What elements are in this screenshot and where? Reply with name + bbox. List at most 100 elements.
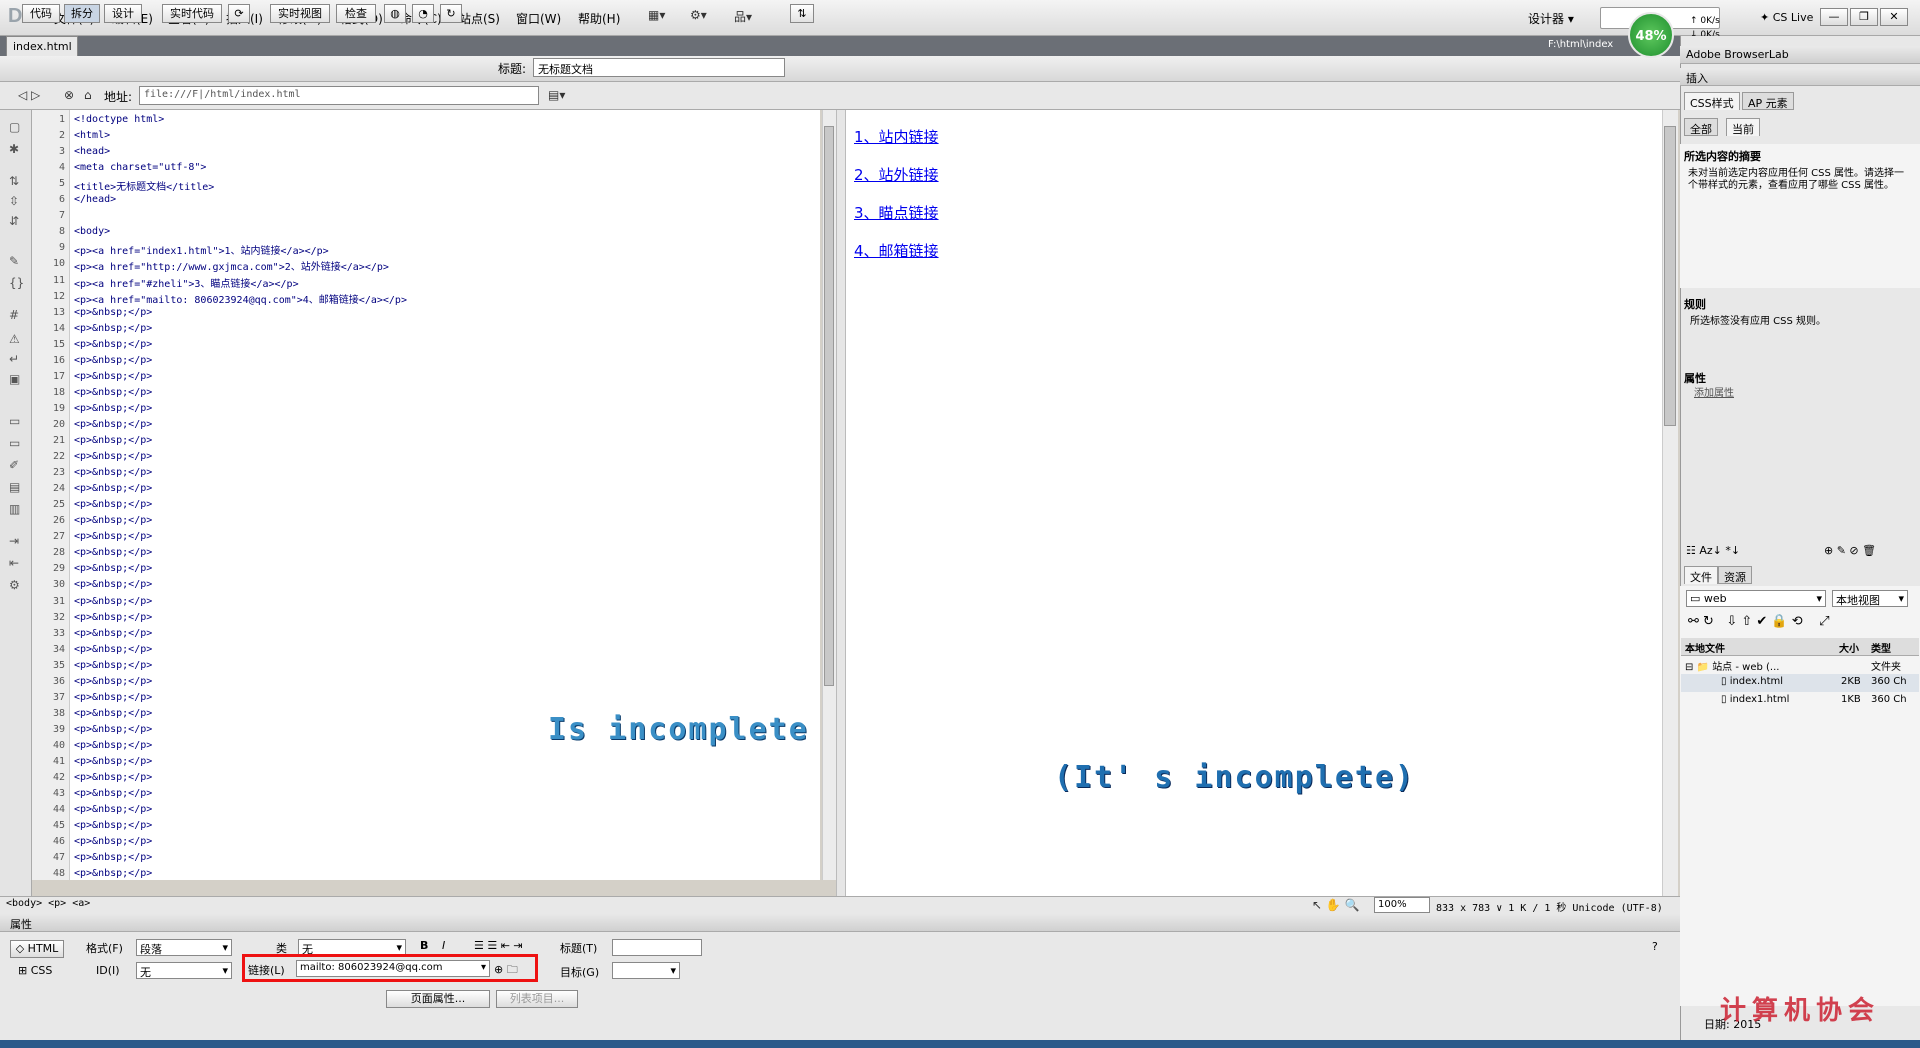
code-line[interactable]: <p>&nbsp;</p>: [74, 852, 152, 863]
menu-help[interactable]: 帮助(H): [578, 10, 620, 27]
highlight-icon[interactable]: ⚠: [9, 332, 20, 346]
bold-button[interactable]: B: [420, 939, 428, 952]
code-line[interactable]: <p>&nbsp;</p>: [74, 836, 152, 847]
code-line[interactable]: <p>&nbsp;</p>: [74, 563, 152, 574]
syntax-icon[interactable]: ▣: [9, 372, 20, 386]
zoom-select[interactable]: 100%: [1374, 897, 1430, 913]
target-select[interactable]: ▾: [612, 962, 680, 979]
code-line[interactable]: <p>&nbsp;</p>: [74, 403, 152, 414]
tab-index-html[interactable]: index.html: [6, 36, 78, 56]
pointer-icon[interactable]: ↖ ✋ 🔍: [1312, 898, 1360, 912]
code-view-button[interactable]: 代码: [22, 4, 60, 23]
move-css-icon[interactable]: ▥: [9, 502, 20, 516]
code-line[interactable]: <p><a href="mailto: 806023924@qq.com">4、…: [74, 291, 407, 306]
restore-button[interactable]: ❐: [1850, 8, 1878, 26]
code-line[interactable]: <p><a href="http://www.gxjmca.com">2、站外链…: [74, 258, 389, 273]
stop-icon[interactable]: ⊗: [64, 88, 74, 102]
list-buttons[interactable]: ☰ ☰ ⇤ ⇥: [474, 939, 523, 952]
files-toolbar-icons[interactable]: ⚯ ↻ ⇩ ⇧ ✔ 🔒 ⟲ ⤢: [1688, 614, 1830, 629]
code-line[interactable]: <p>&nbsp;</p>: [74, 772, 152, 783]
browserlab-header[interactable]: Adobe BrowserLab: [1680, 46, 1920, 64]
code-editor[interactable]: <!doctype html> <html> <head> <meta charset…: [70, 110, 820, 880]
refresh-icon[interactable]: ⟳: [228, 4, 250, 23]
code-line[interactable]: <p>&nbsp;</p>: [74, 804, 152, 815]
code-line[interactable]: <p>&nbsp;</p>: [74, 419, 152, 430]
format-source-icon[interactable]: ⚙: [9, 578, 20, 592]
file-row-index1[interactable]: ▯ index1.html 1KB 360 Ch: [1681, 692, 1919, 710]
code-line[interactable]: <html>: [74, 130, 110, 141]
code-line[interactable]: <p>&nbsp;</p>: [74, 644, 152, 655]
code-line[interactable]: <p>&nbsp;</p>: [74, 708, 152, 719]
balance-braces-icon[interactable]: {}: [9, 276, 24, 290]
wrap-tag-icon[interactable]: ✐: [9, 458, 19, 472]
design-scroll-thumb[interactable]: [1664, 126, 1676, 426]
split-divider[interactable]: [836, 110, 846, 900]
file-row-index[interactable]: ▯ index.html 2KB 360 Ch: [1681, 674, 1919, 692]
code-line[interactable]: <p>&nbsp;</p>: [74, 596, 152, 607]
design-link-anchor[interactable]: 3、瞄点链接: [854, 202, 939, 223]
italic-button[interactable]: I: [442, 939, 445, 952]
code-line[interactable]: <p>&nbsp;</p>: [74, 307, 152, 318]
code-line[interactable]: <p>&nbsp;</p>: [74, 740, 152, 751]
design-link-internal[interactable]: 1、站内链接: [854, 126, 939, 147]
code-line[interactable]: <p>&nbsp;</p>: [74, 323, 152, 334]
insert-header[interactable]: 插入: [1680, 68, 1920, 86]
cs-live-button[interactable]: ✦ CS Live: [1760, 11, 1813, 24]
uncomment-icon[interactable]: ▭: [9, 436, 20, 450]
html-mode-button[interactable]: ◇ HTML: [10, 940, 64, 958]
code-line[interactable]: <head>: [74, 146, 110, 157]
gear-icon[interactable]: ⚙▾: [690, 8, 707, 22]
code-line[interactable]: <p>&nbsp;</p>: [74, 820, 152, 831]
code-line[interactable]: <p>&nbsp;</p>: [74, 547, 152, 558]
code-line[interactable]: <meta charset="utf-8">: [74, 162, 206, 173]
code-line[interactable]: <p>&nbsp;</p>: [74, 579, 152, 590]
layout-icon[interactable]: ▦▾: [648, 8, 665, 22]
menu-site[interactable]: 站点(S): [459, 10, 500, 27]
open-docs-icon[interactable]: ▢: [9, 120, 20, 134]
code-line[interactable]: <p>&nbsp;</p>: [74, 660, 152, 671]
css-panel-tools[interactable]: ☷ Az↓ *↓ ⊕ ✎ ⊘ 🗑: [1686, 544, 1876, 557]
code-line[interactable]: <p><a href="index1.html">1、站内链接</a></p>: [74, 242, 329, 257]
code-line[interactable]: <p>&nbsp;</p>: [74, 499, 152, 510]
tab-assets[interactable]: 资源: [1718, 566, 1752, 584]
site-icon[interactable]: 品▾: [734, 8, 752, 25]
workspace-switcher[interactable]: 设计器 ▾: [1528, 10, 1574, 27]
collapse-selection-icon[interactable]: ⇳: [9, 194, 19, 208]
code-line[interactable]: <p>&nbsp;</p>: [74, 788, 152, 799]
design-view-button[interactable]: 设计: [104, 4, 142, 23]
code-line[interactable]: <p>&nbsp;</p>: [74, 692, 152, 703]
comment-icon[interactable]: ▭: [9, 414, 20, 428]
outdent-icon[interactable]: ⇤: [9, 556, 19, 570]
expand-icon[interactable]: ⇵: [9, 214, 19, 228]
design-link-email[interactable]: 4、邮箱链接: [854, 240, 939, 261]
code-line[interactable]: <title>无标题文档</title>: [74, 178, 214, 193]
address-options-icon[interactable]: ▤▾: [548, 88, 565, 102]
help-icon[interactable]: ?: [1652, 940, 1658, 953]
close-button[interactable]: ✕: [1880, 8, 1908, 26]
code-scroll-thumb[interactable]: [824, 126, 834, 686]
globe-icon[interactable]: ◍: [384, 4, 406, 23]
code-line[interactable]: <p>&nbsp;</p>: [74, 339, 152, 350]
view-select[interactable]: 本地视图 ▾: [1832, 590, 1908, 607]
file-row-site[interactable]: ⊟ 📁 站点 - web (... 文件夹: [1681, 656, 1919, 674]
code-line[interactable]: <p>&nbsp;</p>: [74, 531, 152, 542]
code-line[interactable]: <p>&nbsp;</p>: [74, 628, 152, 639]
code-line[interactable]: <p>&nbsp;</p>: [74, 756, 152, 767]
code-line[interactable]: <p>&nbsp;</p>: [74, 371, 152, 382]
back-icon[interactable]: ◁ ▷: [18, 88, 40, 102]
code-line[interactable]: <p><a href="#zheli">3、瞄点链接</a></p>: [74, 275, 299, 290]
page-properties-button[interactable]: 页面属性...: [386, 990, 490, 1008]
code-line[interactable]: <body>: [74, 226, 110, 237]
code-line[interactable]: <p>&nbsp;</p>: [74, 612, 152, 623]
code-line[interactable]: <p>&nbsp;</p>: [74, 387, 152, 398]
code-line[interactable]: <p>&nbsp;</p>: [74, 676, 152, 687]
code-line[interactable]: <p>&nbsp;</p>: [74, 435, 152, 446]
id-select[interactable]: 无 ▾: [136, 962, 232, 979]
css-all-button[interactable]: 全部: [1684, 118, 1718, 136]
design-link-external[interactable]: 2、站外链接: [854, 164, 939, 185]
tab-css-styles[interactable]: CSS样式: [1684, 92, 1740, 110]
live-code-button[interactable]: 实时代码: [162, 4, 222, 23]
code-line[interactable]: <p>&nbsp;</p>: [74, 467, 152, 478]
code-line[interactable]: </head>: [74, 194, 116, 205]
select-parent-icon[interactable]: ✎: [9, 254, 19, 268]
